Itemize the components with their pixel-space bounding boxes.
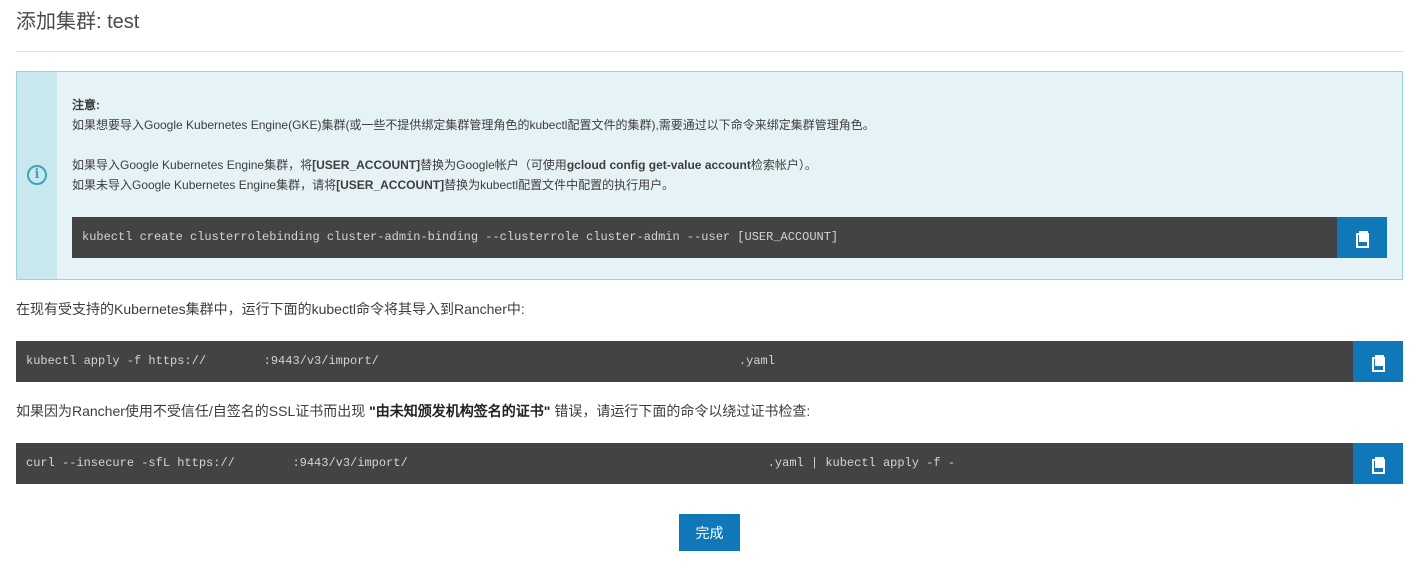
- copy-icon: [1372, 355, 1385, 372]
- copy-icon: [1372, 457, 1385, 474]
- clusterrolebinding-command[interactable]: kubectl create clusterrolebinding cluste…: [82, 217, 838, 258]
- done-button[interactable]: 完成: [679, 514, 740, 551]
- insecure-command[interactable]: curl --insecure -sfL https:// :9443/v3/i…: [26, 443, 955, 484]
- copy-insecure-button[interactable]: [1353, 443, 1403, 484]
- page-title: 添加集群: test: [16, 11, 140, 33]
- notice-body: 注意: 如果想要导入Google Kubernetes Engine(GKE)集…: [72, 95, 1392, 195]
- insecure-command-box: curl --insecure -sfL https:// :9443/v3/i…: [16, 443, 1403, 484]
- info-icon: i: [27, 165, 47, 185]
- import-command[interactable]: kubectl apply -f https:// :9443/v3/impor…: [26, 341, 775, 382]
- import-instruction: 在现有受支持的Kubernetes集群中，运行下面的kubectl命令将其导入到…: [16, 301, 525, 317]
- copy-import-button[interactable]: [1353, 341, 1403, 382]
- copy-icon: [1356, 231, 1369, 248]
- insecure-instruction: 如果因为Rancher使用不受信任/自签名的SSL证书而出现 "由未知颁发机构签…: [16, 403, 811, 419]
- import-command-box: kubectl apply -f https:// :9443/v3/impor…: [16, 341, 1403, 382]
- clusterrolebinding-command-box: kubectl create clusterrolebinding cluste…: [72, 217, 1387, 258]
- notice-line-gke: 如果想要导入Google Kubernetes Engine(GKE)集群(或一…: [72, 118, 875, 132]
- notice-line-gke-account: 如果导入Google Kubernetes Engine集群，将[USER_AC…: [72, 158, 817, 172]
- copy-clusterrolebinding-button[interactable]: [1337, 217, 1387, 258]
- notice-banner: i 注意: 如果想要导入Google Kubernetes Engine(GKE…: [16, 71, 1403, 280]
- notice-heading: 注意:: [72, 98, 100, 112]
- notice-sidebar: i: [17, 72, 57, 279]
- notice-line-other-account: 如果未导入Google Kubernetes Engine集群，请将[USER_…: [72, 178, 675, 192]
- title-divider: [16, 51, 1403, 52]
